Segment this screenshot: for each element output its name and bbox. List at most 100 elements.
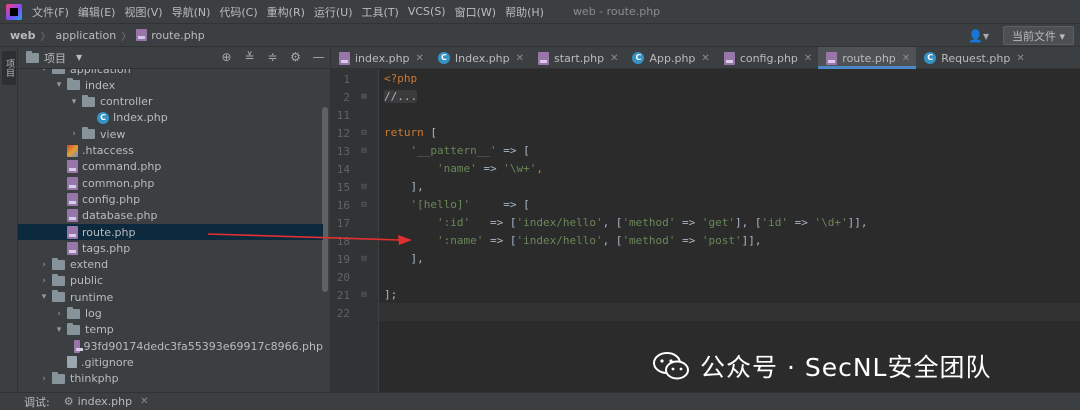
tree-item[interactable]: command.php <box>18 159 323 175</box>
editor-tab[interactable]: start.php ✕ <box>530 47 624 69</box>
code-token: [ <box>423 126 437 139</box>
project-tool-tab[interactable]: 项目 <box>2 51 16 85</box>
chevron-down-icon[interactable]: ▾ <box>53 80 65 90</box>
tree-item[interactable]: .htaccess <box>18 143 323 159</box>
breadcrumb-folder[interactable]: application <box>56 29 117 42</box>
tree-item[interactable]: tags.php <box>18 240 323 256</box>
chevron-right-icon[interactable]: › <box>38 260 50 270</box>
fold-marker-icon[interactable]: ⊟ <box>356 290 372 300</box>
php-class-icon: C <box>924 52 937 64</box>
menu-refactor[interactable]: 重构(R) <box>267 4 305 20</box>
tree-item[interactable]: › extend <box>18 257 323 273</box>
tree-item-label: index <box>85 78 116 92</box>
close-icon[interactable]: ✕ <box>416 53 424 64</box>
fold-marker-icon[interactable]: ⊟ <box>356 254 372 264</box>
chevron-down-icon[interactable]: ▾ <box>38 292 50 302</box>
fold-marker-icon[interactable]: ⊟ <box>356 182 372 192</box>
fold-marker-icon[interactable]: ⊟ <box>356 200 372 210</box>
tree-item[interactable]: C Index.php <box>18 110 323 126</box>
tree-item[interactable]: › view <box>18 126 323 142</box>
project-panel: 项目 ▼ ⊕ ≚ ≑ ⚙ — ▾ application ▾ index ▾ contro… <box>18 47 331 392</box>
tree-item[interactable]: route.php <box>18 224 323 240</box>
menu-run[interactable]: 运行(U) <box>314 4 353 20</box>
tree-item[interactable]: database.php <box>18 208 323 224</box>
tree-item[interactable]: common.php <box>18 175 323 191</box>
tree-item[interactable]: ▾ application <box>18 69 323 77</box>
gear-icon[interactable]: ⚙ <box>288 50 303 65</box>
tree-item[interactable]: ▾ runtime <box>18 289 323 305</box>
tree-item[interactable]: ▾ controller <box>18 94 323 110</box>
editor-tab[interactable]: route.php ✕ <box>818 47 917 69</box>
php-file-icon <box>136 29 148 41</box>
breadcrumb-project[interactable]: web <box>10 29 36 42</box>
editor-tab[interactable]: C App.php ✕ <box>624 47 715 69</box>
tree-item[interactable]: config.php <box>18 191 323 207</box>
expand-icon[interactable]: ≑ <box>265 50 280 65</box>
code-token: '__pattern__' <box>410 144 497 157</box>
chevron-down-icon[interactable]: ▾ <box>53 325 65 335</box>
chevron-right-icon[interactable]: › <box>68 129 80 139</box>
target-icon[interactable]: ⊕ <box>219 50 234 65</box>
chevron-right-icon[interactable]: › <box>38 276 50 286</box>
close-icon[interactable]: ✕ <box>610 53 618 64</box>
fold-marker-icon[interactable]: ⊞ <box>356 92 372 102</box>
tree-item[interactable]: ▾ index <box>18 77 323 93</box>
minimize-icon[interactable]: — <box>311 50 326 65</box>
code-token: 'id' <box>761 216 789 229</box>
tree-item[interactable]: › log <box>18 306 323 322</box>
editor-tab[interactable]: config.php ✕ <box>716 47 818 69</box>
line-number: 17 <box>336 216 350 230</box>
person-icon[interactable]: 👤▾ <box>968 29 989 43</box>
code-token: 'name' <box>436 162 477 175</box>
chevron-down-icon[interactable]: ▼ <box>76 53 82 62</box>
close-icon[interactable]: ✕ <box>516 53 524 64</box>
menu-view[interactable]: 视图(V) <box>124 4 162 20</box>
editor-tab-label: Request.php <box>941 51 1011 65</box>
php-class-icon: C <box>97 111 109 124</box>
close-icon[interactable]: ✕ <box>902 53 910 64</box>
menu-edit[interactable]: 编辑(E) <box>78 4 116 20</box>
menu-code[interactable]: 代码(C) <box>219 4 257 20</box>
tree-item[interactable]: › thinkphp <box>18 371 323 387</box>
chevron-down-icon[interactable]: ▾ <box>68 97 80 107</box>
tree-item-label: database.php <box>82 209 158 223</box>
tree-item[interactable]: › public <box>18 273 323 289</box>
chevron-right-icon[interactable]: › <box>38 374 50 384</box>
tree-item[interactable]: .gitignore <box>18 354 323 370</box>
code-token: 'method' <box>622 234 676 247</box>
debug-session-tab[interactable]: ⚙ index.php ✕ <box>64 395 149 408</box>
code-editor[interactable]: <?php //... return [ '__pattern__' => [ 'n… <box>379 69 1080 392</box>
project-panel-title[interactable]: 项目 <box>44 50 66 66</box>
menu-vcs[interactable]: VCS(S) <box>408 5 446 18</box>
editor-tab[interactable]: C Index.php ✕ <box>430 47 530 69</box>
menu-file[interactable]: 文件(F) <box>32 4 69 20</box>
menu-window[interactable]: 窗口(W) <box>455 4 496 20</box>
collapse-all-icon[interactable]: ≚ <box>242 50 257 65</box>
fold-marker-icon[interactable]: ⊟ <box>356 146 372 156</box>
menu-navigate[interactable]: 导航(N) <box>172 4 211 20</box>
close-icon[interactable]: ✕ <box>140 396 148 407</box>
tree-item[interactable]: ▾ temp <box>18 322 323 338</box>
close-icon[interactable]: ✕ <box>804 53 812 64</box>
menu-tools[interactable]: 工具(T) <box>362 4 399 20</box>
code-token: ], <box>384 180 424 193</box>
gutter-line: 22 <box>330 304 378 322</box>
chevron-right-icon[interactable]: › <box>53 309 65 319</box>
editor-gutter: 1 2 ⊞ 11 12 ⊟ 13 ⊟ 14 15 ⊟ 16 ⊟ 17 18 19 ⊟ 20 21 ⊟ 22 <box>331 69 379 392</box>
editor-tab[interactable]: C Request.php ✕ <box>916 47 1031 69</box>
code-line: ':id' => ['index/hello', ['method' => 'g… <box>384 214 868 232</box>
run-configuration-select[interactable]: 当前文件 ▾ <box>1002 26 1074 45</box>
code-token: '\w+' <box>503 162 537 175</box>
debug-session-label: index.php <box>77 395 133 408</box>
fold-marker-icon[interactable]: ⊟ <box>356 128 372 138</box>
code-token: => <box>788 216 815 229</box>
editor-tab[interactable]: index.php ✕ <box>331 47 430 69</box>
menu-help[interactable]: 帮助(H) <box>505 4 544 20</box>
gutter-line: 1 <box>330 70 378 88</box>
breadcrumb-file[interactable]: route.php <box>151 29 205 42</box>
php-file-icon <box>67 176 78 190</box>
chevron-down-icon[interactable]: ▾ <box>38 69 50 74</box>
close-icon[interactable]: ✕ <box>1016 53 1024 64</box>
tree-item[interactable]: 93fd90174dedc3fa55393e69917c8966.php <box>18 338 323 354</box>
close-icon[interactable]: ✕ <box>701 53 709 64</box>
